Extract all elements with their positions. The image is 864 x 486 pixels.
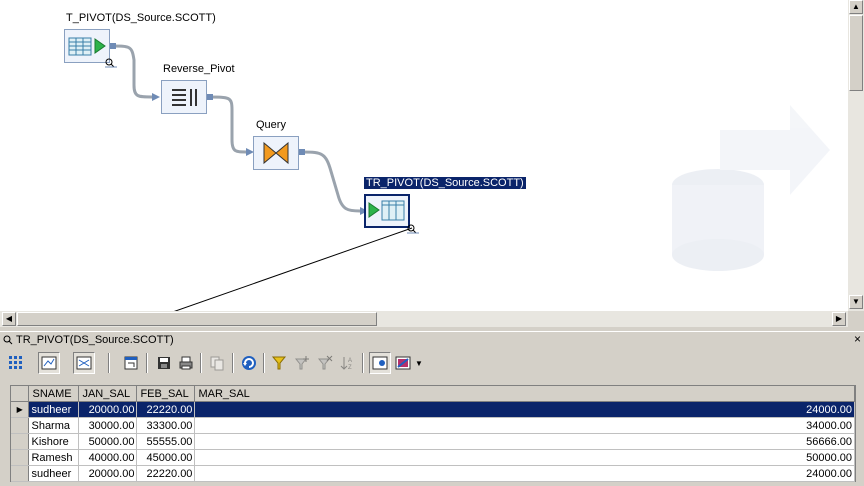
copy-icon[interactable] — [206, 352, 228, 374]
column-header[interactable]: SNAME — [28, 386, 80, 402]
scroll-right-button[interactable]: ▶ — [832, 312, 846, 326]
table-row[interactable]: Kishore 50000.00 55555.00 56666.00 — [11, 433, 855, 450]
filter-add-icon[interactable] — [291, 352, 313, 374]
filter-remove-icon[interactable] — [314, 352, 336, 374]
table-cell[interactable]: 22220.00 — [136, 401, 196, 418]
show-data-icon[interactable] — [38, 352, 60, 374]
data-panel-title-bar: TR_PIVOT(DS_Source.SCOTT) × — [0, 331, 864, 349]
table-row[interactable]: ▶ sudheer 20000.00 22220.00 24000.00 — [11, 401, 855, 418]
table-header-row: SNAME JAN_SAL FEB_SAL MAR_SAL — [11, 386, 855, 402]
current-row-indicator-icon: ▶ — [11, 401, 30, 418]
node-label-query: Query — [256, 119, 286, 131]
scroll-up-button[interactable]: ▲ — [849, 0, 863, 14]
scroll-left-button[interactable]: ◀ — [2, 312, 16, 326]
show-columns-icon[interactable] — [369, 352, 391, 374]
table-cell[interactable]: 50000.00 — [78, 433, 138, 450]
node-label-reverse-pivot: Reverse_Pivot — [163, 63, 235, 75]
magnifier-icon[interactable] — [406, 224, 420, 234]
refresh-icon[interactable] — [238, 352, 260, 374]
row-indicator-header — [11, 386, 30, 402]
dataflow-canvas[interactable]: T_PIVOT(DS_Source.SCOTT) Reverse_Pivot Q… — [0, 0, 848, 311]
print-icon[interactable] — [175, 352, 197, 374]
database-watermark-icon — [672, 105, 830, 271]
table-cell[interactable]: Ramesh — [28, 449, 80, 466]
source-table-icon — [68, 37, 106, 56]
reverse-pivot-icon — [172, 89, 197, 106]
dropdown-icon[interactable]: ▼ — [413, 352, 425, 374]
table-cell[interactable]: 40000.00 — [78, 449, 138, 466]
canvas-vertical-scrollbar[interactable]: ▲ ▼ — [848, 0, 864, 311]
canvas-horizontal-scrollbar[interactable]: ◀ ▶ — [0, 311, 848, 327]
show-diff-icon[interactable] — [73, 352, 95, 374]
node-query[interactable] — [253, 136, 299, 170]
close-icon[interactable]: × — [854, 332, 861, 346]
magnifier-icon[interactable] — [104, 58, 118, 68]
node-tr-pivot[interactable] — [364, 194, 410, 228]
dataflow-connectors — [110, 43, 830, 311]
node-label-tr-pivot: TR_PIVOT(DS_Source.SCOTT) — [364, 177, 526, 189]
table-row[interactable]: Sharma 30000.00 33300.00 34000.00 — [11, 417, 855, 434]
scroll-corner — [848, 311, 864, 327]
table-cell[interactable]: 24000.00 — [194, 465, 855, 482]
node-label-t-pivot: T_PIVOT(DS_Source.SCOTT) — [66, 12, 216, 24]
horizontal-scroll-thumb[interactable] — [17, 312, 377, 326]
table-row[interactable]: sudheer 20000.00 22220.00 24000.00 — [11, 465, 855, 482]
scroll-down-button[interactable]: ▼ — [849, 295, 863, 309]
table-cell[interactable]: 55555.00 — [136, 433, 196, 450]
table-row[interactable]: Ramesh 40000.00 45000.00 50000.00 — [11, 449, 855, 466]
column-header[interactable]: JAN_SAL — [78, 386, 138, 402]
node-reverse-pivot[interactable] — [161, 80, 207, 114]
table-cell[interactable]: 33300.00 — [136, 417, 196, 434]
filter-icon[interactable] — [268, 352, 290, 374]
column-header[interactable]: FEB_SAL — [136, 386, 196, 402]
column-header[interactable]: MAR_SAL — [194, 386, 855, 402]
data-toolbar: AZ ▼ — [0, 348, 864, 378]
data-table: SNAME JAN_SAL FEB_SAL MAR_SAL ▶ sudheer … — [11, 386, 855, 482]
table-cell[interactable]: 24000.00 — [194, 401, 855, 418]
highlight-icon[interactable] — [392, 352, 414, 374]
table-cell[interactable]: 45000.00 — [136, 449, 196, 466]
resize-drag-line — [173, 227, 413, 311]
query-transform-icon — [263, 141, 289, 165]
table-cell[interactable]: 56666.00 — [194, 433, 855, 450]
table-cell[interactable]: 22220.00 — [136, 465, 196, 482]
save-icon[interactable] — [153, 352, 175, 374]
data-panel-title: TR_PIVOT(DS_Source.SCOTT) — [16, 334, 174, 346]
table-cell[interactable]: 20000.00 — [78, 465, 138, 482]
connector-2 — [207, 95, 247, 154]
vertical-scroll-thumb[interactable] — [849, 15, 863, 91]
table-cell[interactable]: Kishore — [28, 433, 80, 450]
target-table-icon — [368, 200, 405, 221]
table-cell[interactable]: 20000.00 — [78, 401, 138, 418]
svg-text:A: A — [348, 358, 352, 364]
svg-text:Z: Z — [348, 365, 352, 371]
connector-3 — [299, 150, 361, 213]
data-grid[interactable]: SNAME JAN_SAL FEB_SAL MAR_SAL ▶ sudheer … — [10, 385, 856, 482]
table-cell[interactable]: Sharma — [28, 417, 80, 434]
table-cell[interactable]: sudheer — [28, 465, 80, 482]
table-cell[interactable]: 34000.00 — [194, 417, 855, 434]
grid-view-icon[interactable] — [5, 352, 27, 374]
sort-icon[interactable]: AZ — [337, 352, 359, 374]
table-cell[interactable]: 50000.00 — [194, 449, 855, 466]
connector-1 — [111, 44, 153, 99]
magnifier-icon — [3, 335, 13, 345]
table-cell[interactable]: 30000.00 — [78, 417, 138, 434]
table-cell[interactable]: sudheer — [28, 401, 80, 418]
open-window-icon[interactable] — [120, 352, 142, 374]
